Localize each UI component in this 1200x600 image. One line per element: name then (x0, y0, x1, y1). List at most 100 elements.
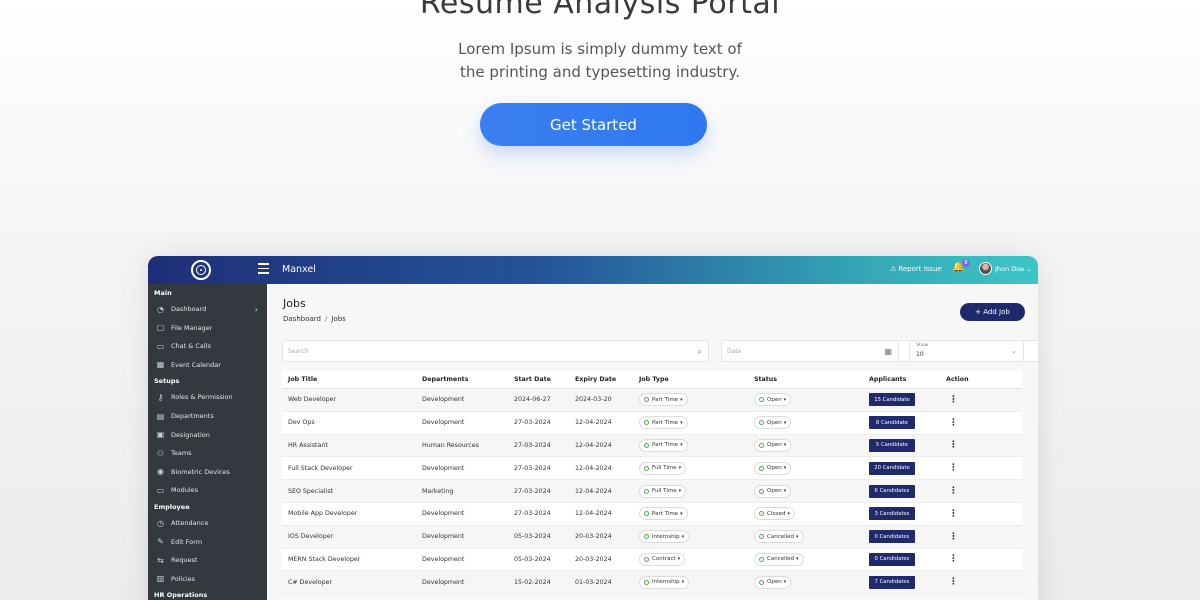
sidebar-item[interactable]: ◷ Attendance (156, 516, 264, 530)
more-options-icon[interactable]: ⋮ (949, 440, 958, 450)
search-field[interactable]: Search ⌕ (282, 340, 709, 362)
status-dropdown[interactable]: Open ▾ (754, 484, 792, 498)
job-type-dropdown[interactable]: Internship ▾ (639, 575, 690, 589)
get-started-button[interactable]: Get Started (480, 103, 707, 146)
job-type-dropdown[interactable]: Part Time ▾ (639, 416, 688, 430)
menu-icon[interactable] (258, 263, 269, 275)
job-type-label: Contract (652, 556, 676, 563)
job-type-cell: Full Time ▾ (639, 457, 687, 479)
table-row: SEO Specialist Marketing 27-03-2024 12-04-2… (282, 480, 1022, 503)
status-dropdown[interactable]: Open ▾ (754, 461, 792, 475)
report-issue-link[interactable]: ⚠ Report Issue (890, 265, 942, 273)
caret-down-icon: ▾ (681, 533, 685, 540)
candidates-button[interactable]: 5 Candidate (869, 438, 915, 452)
chevron-down-icon: ⌄ (1011, 347, 1017, 355)
job-type-dropdown[interactable]: Part Time ▾ (639, 507, 688, 521)
more-options-icon[interactable]: ⋮ (949, 532, 958, 542)
more-options-icon[interactable]: ⋮ (949, 395, 958, 405)
breadcrumb-dashboard[interactable]: Dashboard (283, 315, 321, 323)
job-type-dropdown[interactable]: Part Time ▾ (639, 393, 688, 407)
candidates-button[interactable]: 20 Candidate (869, 461, 915, 475)
sidebar-item[interactable]: ▭ Chat & Calls (156, 339, 264, 353)
status-dropdown[interactable]: Open ▾ (754, 575, 792, 589)
search-input[interactable]: Search (288, 348, 309, 355)
more-options-icon[interactable]: ⋮ (949, 554, 958, 564)
caret-down-icon: ▾ (680, 510, 683, 517)
status-dot-icon (759, 556, 764, 562)
logo-icon[interactable] (191, 260, 211, 280)
status-cell: Open ▾ (754, 571, 792, 593)
candidates-button[interactable]: 0 Candidates (869, 530, 915, 544)
sidebar-item-label: Dashboard (171, 305, 207, 313)
status-cell: Cancelled ▾ (754, 549, 804, 571)
status-dot-icon (644, 420, 649, 426)
action-cell: ⋮ (949, 389, 958, 411)
avatar[interactable] (979, 262, 992, 275)
more-options-icon[interactable]: ⋮ (949, 577, 958, 587)
job-type-dropdown[interactable]: Full Time ▾ (639, 461, 687, 475)
more-options-icon[interactable]: ⋮ (949, 418, 958, 428)
table-cell-title: HR Assistant (288, 441, 328, 449)
user-menu[interactable]: Jhon Doe ⌄ (995, 265, 1032, 273)
edit-icon: ✎ (157, 537, 164, 547)
sidebar-item[interactable]: ▤ Departments (156, 409, 264, 423)
search-icon[interactable]: ⌕ (698, 347, 702, 357)
table-cell-title: Full Stack Developer (288, 464, 353, 472)
status-label: Closed (767, 510, 786, 517)
calendar-icon[interactable]: ▦ (884, 347, 892, 356)
candidates-button[interactable]: 8 Candidate (869, 416, 915, 430)
dashboard-icon: ◔ (157, 304, 164, 314)
more-options-icon[interactable]: ⋮ (949, 486, 958, 496)
status-dropdown[interactable]: Cancelled ▾ (754, 552, 804, 566)
table-row: IOS Developer Development 05-03-2024 20-03-… (282, 525, 1022, 549)
status-dot-icon (759, 442, 764, 448)
sidebar-item[interactable]: ⚇ Teams (156, 446, 264, 460)
table-cell-expiry: 20-03-2024 (575, 555, 612, 563)
sidebar-item[interactable]: ◔ Dashboard › (156, 302, 264, 316)
sidebar-item[interactable]: ✎ Edit Form (156, 535, 264, 549)
status-dot-icon (759, 488, 764, 494)
add-job-button[interactable]: + Add Job (960, 303, 1025, 321)
sidebar-item[interactable]: ▣ Designation (156, 428, 264, 442)
sidebar-item[interactable]: ◉ Biometric Devices (156, 465, 264, 479)
status-dropdown[interactable]: Open ▾ (754, 438, 792, 452)
status-dropdown[interactable]: Closed ▾ (754, 507, 795, 521)
status-dot-icon (644, 442, 649, 448)
status-label: Cancelled (767, 533, 795, 540)
table-row: C# Developer Development 15-02-2024 01-03-2… (282, 571, 1022, 595)
job-type-dropdown[interactable]: Full Time ▾ (639, 484, 687, 498)
sidebar-item[interactable]: ⚷ Roles & Permission (156, 390, 264, 404)
date-input[interactable]: Date (727, 348, 741, 355)
table-cell-dept: Development (422, 578, 465, 586)
candidates-button[interactable]: 0 Candidates (869, 552, 915, 566)
status-dot-icon (759, 420, 764, 426)
sidebar-item[interactable]: ▦ Event Calendar (156, 358, 264, 372)
more-options-icon[interactable]: ⋮ (949, 463, 958, 473)
job-type-cell: Contract ▾ (639, 549, 686, 571)
sidebar-item[interactable]: ⇆ Request (156, 553, 264, 567)
app-topbar: Manxel ⚠ Report Issue 🔔 8 Jhon Doe ⌄ (148, 256, 1038, 284)
more-options-icon[interactable]: ⋮ (949, 509, 958, 519)
jobs-table: Job Title Departments Start Date Expiry Dat… (282, 371, 1022, 595)
job-type-dropdown[interactable]: Part Time ▾ (639, 438, 688, 452)
sidebar-item[interactable]: ▢ File Manager (156, 321, 264, 335)
status-dropdown[interactable]: Cancelled ▾ (754, 530, 804, 544)
status-dropdown[interactable]: Open ▾ (754, 416, 792, 430)
sidebar-item[interactable]: ▥ Policies (156, 572, 264, 586)
status-dropdown[interactable]: Open ▾ (754, 393, 792, 407)
status-label: Open (767, 579, 782, 586)
sidebar-item-label: Teams (171, 449, 192, 458)
job-type-dropdown[interactable]: Internship ▾ (639, 530, 690, 544)
date-field-box[interactable]: Date ▦ (721, 340, 899, 362)
candidates-button[interactable]: 3 Candidates (869, 507, 915, 521)
job-type-dropdown[interactable]: Contract ▾ (639, 552, 686, 566)
breadcrumb-separator: / (324, 315, 328, 323)
show-entries-select[interactable]: Show 10 ⌄ (909, 340, 1024, 362)
status-cell: Cancelled ▾ (754, 526, 804, 548)
candidates-button[interactable]: 15 Candidate (869, 393, 915, 407)
table-row: MERN Stack Developer Development 05-03-202… (282, 549, 1022, 572)
sidebar-item[interactable]: ▭ Modules (156, 483, 264, 497)
candidates-button[interactable]: 6 Candidates (869, 484, 915, 498)
candidates-button[interactable]: 7 Candidates (869, 575, 915, 589)
biometric-icon: ◉ (157, 467, 164, 477)
